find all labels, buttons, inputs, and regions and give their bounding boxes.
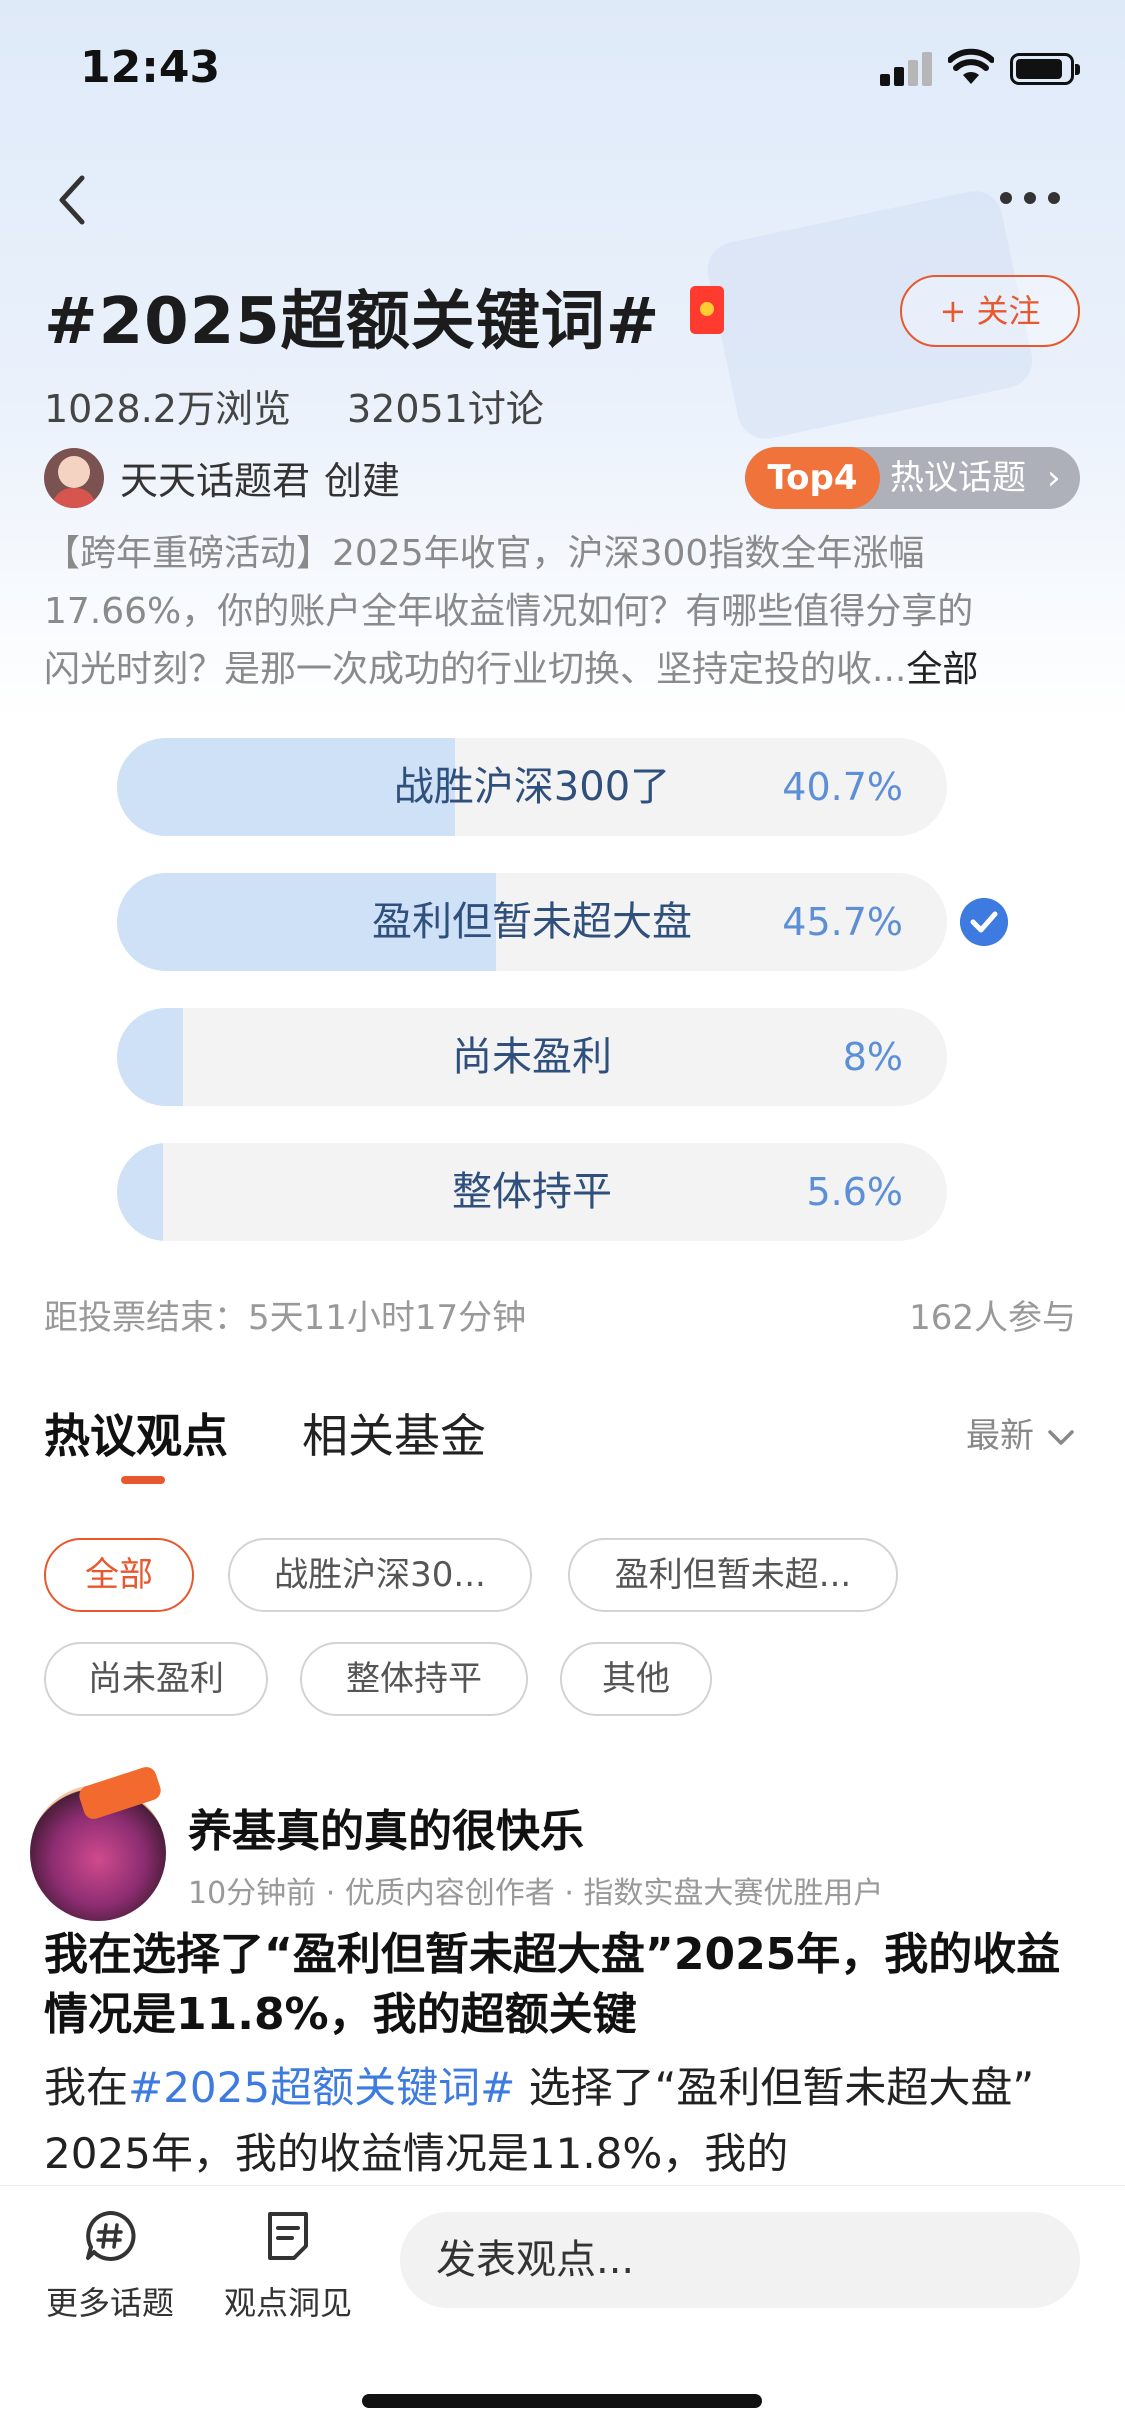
- description-line: 17.66%，你的账户全年收益情况如何？有哪些值得分享的: [44, 591, 974, 632]
- comment-input[interactable]: 发表观点...: [400, 2212, 1080, 2308]
- follow-button[interactable]: + 关注: [900, 275, 1080, 347]
- poll-option[interactable]: 整体持平 5.6%: [117, 1143, 947, 1241]
- document-icon: [268, 2212, 308, 2260]
- chevron-right-icon: ›: [1047, 458, 1061, 498]
- hot-rank: Top4: [745, 447, 880, 509]
- topic-stats: 1028.2万浏览 32051讨论: [44, 378, 544, 433]
- back-arrow-icon[interactable]: [48, 170, 98, 230]
- poll-option-percent: 45.7%: [782, 900, 903, 944]
- chevron-down-icon: [1048, 1429, 1074, 1445]
- topic-title: #2025超额关键词#: [44, 285, 661, 359]
- post-meta: 10分钟前优质内容创作者指数实盘大赛优胜用户: [188, 1868, 883, 1912]
- filter-chip[interactable]: 整体持平: [300, 1642, 528, 1716]
- cellular-signal-icon: [880, 50, 936, 86]
- filter-chip[interactable]: 尚未盈利: [44, 1642, 268, 1716]
- selected-check-icon: [960, 898, 1008, 946]
- more-topics-label: 更多话题: [45, 2284, 174, 2322]
- hashtag-bubble-icon: [86, 2210, 136, 2261]
- description-line-3: 闪光时刻？是那一次成功的行业切换、坚持定投的收...: [44, 649, 907, 690]
- post-topic-tag[interactable]: #2025超额关键词#: [128, 2063, 515, 2112]
- post-body[interactable]: 我在#2025超额关键词# 选择了“盈利但暂未超大盘” 2025年，我的收益情况…: [44, 2055, 1084, 2187]
- home-indicator: [362, 2394, 762, 2408]
- post-author-badge: 指数实盘大赛优胜用户: [555, 1876, 884, 1911]
- poll-option-label: 尚未盈利: [452, 1034, 612, 1080]
- filter-chip[interactable]: 战胜沪深30...: [228, 1538, 532, 1612]
- battery-icon: [1010, 53, 1080, 85]
- poll-countdown: 距投票结束：5天11小时17分钟: [44, 1298, 527, 1338]
- active-tab-indicator: [121, 1476, 165, 1484]
- poll-participants: 162人参与: [909, 1298, 1076, 1338]
- creator-name[interactable]: 天天话题君: [120, 459, 310, 503]
- poll-option-percent: 8%: [842, 1035, 903, 1079]
- post-author-badge: 优质内容创作者: [316, 1876, 555, 1911]
- creator-info: 天天话题君 创建: [120, 450, 400, 505]
- hot-label: 热议话题: [890, 458, 1026, 498]
- topic-description[interactable]: 【跨年重磅活动】2025年收官，沪深300指数全年涨幅 17.66%，你的账户全…: [44, 525, 1094, 699]
- wifi-icon: [948, 48, 994, 84]
- post-author-name[interactable]: 养基真的真的很快乐: [188, 1795, 584, 1859]
- filter-chip[interactable]: 其他: [560, 1642, 712, 1716]
- post-time: 10分钟前: [188, 1876, 317, 1911]
- hot-topic-badge[interactable]: Top4 热议话题 ›: [745, 447, 1080, 509]
- poll-option-percent: 5.6%: [806, 1170, 903, 1214]
- poll-option[interactable]: 尚未盈利 8%: [117, 1008, 947, 1106]
- tab-hot-opinions[interactable]: 热议观点: [44, 1400, 228, 1466]
- more-topics-button[interactable]: 更多话题: [40, 2208, 180, 2324]
- insights-button[interactable]: 观点洞见: [218, 2208, 358, 2324]
- tab-related-funds[interactable]: 相关基金: [302, 1400, 486, 1466]
- post-title[interactable]: 我在选择了“盈利但暂未超大盘”2025年，我的收益情况是11.8%，我的超额关键: [44, 1925, 1084, 2045]
- sort-dropdown[interactable]: 最新: [966, 1408, 1076, 1457]
- poll-option-percent: 40.7%: [782, 765, 903, 809]
- poll-option[interactable]: 战胜沪深300了 40.7%: [117, 738, 947, 836]
- post-body-prefix: 我在: [44, 2063, 129, 2112]
- red-packet-icon[interactable]: [690, 286, 724, 334]
- insights-label: 观点洞见: [223, 2284, 352, 2322]
- description-line: 闪光时刻？是那一次成功的行业切换、坚持定投的收...全部: [44, 641, 1094, 699]
- content-tabs: 热议观点 相关基金 最新: [44, 1400, 1076, 1490]
- poll-option[interactable]: 盈利但暂未超大盘 45.7%: [117, 873, 947, 971]
- description-line: 【跨年重磅活动】2025年收官，沪深300指数全年涨幅: [44, 533, 925, 574]
- discussion-count: 32051讨论: [346, 387, 544, 431]
- view-count: 1028.2万浏览: [44, 387, 291, 431]
- expand-description-link[interactable]: 全部: [906, 649, 978, 690]
- more-options-icon[interactable]: [1000, 180, 1060, 210]
- creator-avatar[interactable]: [44, 448, 104, 508]
- sort-label: 最新: [966, 1416, 1034, 1456]
- status-time: 12:43: [80, 42, 221, 93]
- filter-chip-all[interactable]: 全部: [44, 1538, 194, 1612]
- filter-chip[interactable]: 盈利但暂未超...: [568, 1538, 898, 1612]
- status-bar: 12:43: [0, 0, 1125, 135]
- creator-suffix: 创建: [324, 459, 401, 503]
- poll-footer: 距投票结束：5天11小时17分钟 162人参与: [44, 1290, 1076, 1339]
